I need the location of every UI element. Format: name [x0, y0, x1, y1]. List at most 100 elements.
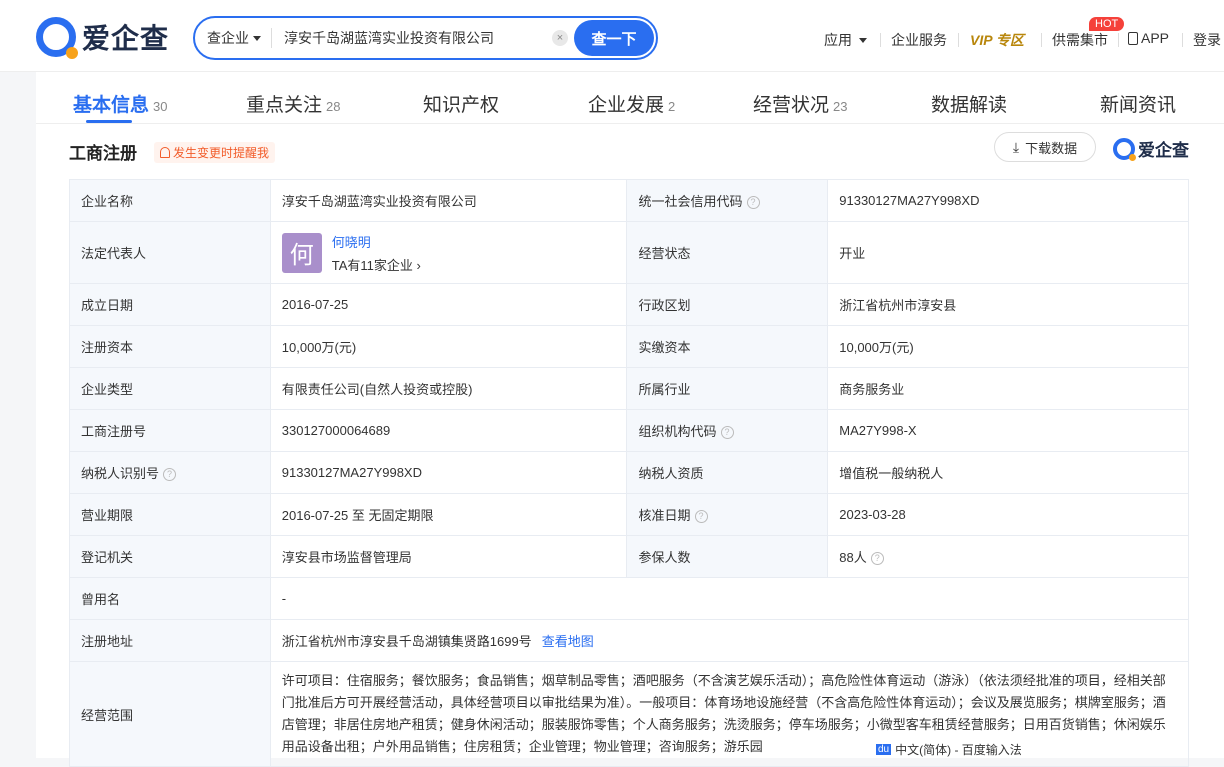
- baidu-ime-icon: du: [876, 743, 892, 755]
- nav-login[interactable]: 登录: [1193, 30, 1221, 50]
- change-remind-button[interactable]: 发生变更时提醒我: [154, 142, 276, 163]
- hot-badge: HOT: [1089, 17, 1125, 31]
- table-row: 曾用名 -: [69, 577, 1190, 620]
- search-bar: 查企业 × 查一下: [193, 16, 658, 60]
- approve-date-label-text: 核准日期: [638, 508, 691, 523]
- insured-value: 88人: [839, 550, 867, 565]
- legal-rep-cell: 何 何晓明 TA有11家企业 ›: [269, 221, 628, 284]
- company-name-value: 淳安千岛湖蓝湾实业投资有限公司: [269, 179, 628, 222]
- industry-label: 所属行业: [626, 367, 829, 410]
- reg-no-value: 330127000064689: [269, 409, 628, 452]
- address-cell: 浙江省杭州市淳安县千岛湖镇集贤路1699号 查看地图: [269, 619, 1190, 662]
- tab-count: 23: [833, 99, 848, 114]
- address-value: 浙江省杭州市淳安县千岛湖镇集贤路1699号: [281, 634, 532, 649]
- table-row: 登记机关 淳安县市场监督管理局 参保人数 88人?: [69, 535, 1189, 578]
- table-row: 企业类型 有限责任公司(自然人投资或控股) 所属行业 商务服务业: [69, 367, 1189, 410]
- nav-supply[interactable]: 供需集市: [1052, 30, 1108, 50]
- search-type-dropdown[interactable]: 查企业: [207, 28, 272, 48]
- top-header: 爱企查 查企业 × 查一下 应用 企业服务 VIP 专区 供需集市 HOT AP…: [0, 0, 1224, 72]
- download-data-button[interactable]: ⤓ 下载数据: [994, 132, 1096, 162]
- tax-id-value: 91330127MA27Y998XD: [269, 451, 628, 494]
- approve-date-value: 2023-03-28: [827, 493, 1189, 536]
- help-icon[interactable]: ?: [746, 196, 760, 210]
- tab-key-focus[interactable]: 重点关注 28: [246, 90, 340, 117]
- legal-rep-companies-link[interactable]: TA有11家企业 ›: [332, 255, 421, 274]
- tab-bar: 基本信息 30 重点关注 28 知识产权 企业发展 2 经营状况 23 数据解读 新闻资…: [36, 72, 1224, 124]
- insured-label: 参保人数: [626, 535, 829, 578]
- ime-status-bar[interactable]: du 中文(简体) - 百度输入法: [872, 740, 1026, 758]
- nav-divider: [1118, 33, 1119, 47]
- found-date-label: 成立日期: [69, 283, 271, 326]
- status-label: 经营状态: [626, 221, 829, 284]
- search-type-label: 查企业: [207, 30, 249, 46]
- view-map-link[interactable]: 查看地图: [542, 634, 594, 649]
- search-button[interactable]: 查一下: [574, 20, 654, 56]
- company-name-label: 企业名称: [69, 179, 271, 222]
- tab-operations[interactable]: 经营状况 23: [753, 90, 847, 117]
- tab-label: 经营状况: [753, 95, 830, 116]
- nav-divider: [1182, 33, 1183, 47]
- nav-app-download[interactable]: APP: [1128, 30, 1169, 46]
- tab-ip[interactable]: 知识产权: [423, 90, 499, 117]
- tab-label: 知识产权: [423, 95, 500, 116]
- scope-value: 许可项目：住宿服务；餐饮服务；食品销售；烟草制品零售；酒吧服务（不含演艺娱乐活动…: [269, 661, 1190, 767]
- status-value: 开业: [827, 221, 1189, 284]
- nav-app-label: 应用: [824, 32, 852, 48]
- help-icon[interactable]: ?: [870, 552, 884, 566]
- tax-qual-value: 增值税一般纳税人: [827, 451, 1189, 494]
- tab-development[interactable]: 企业发展 2: [588, 90, 675, 117]
- clear-icon[interactable]: ×: [552, 30, 568, 46]
- tax-qual-label: 纳税人资质: [626, 451, 829, 494]
- tax-id-label-text: 纳税人识别号: [81, 466, 160, 481]
- tab-data-insight[interactable]: 数据解读: [931, 90, 1007, 117]
- main-panel: 基本信息 30 重点关注 28 知识产权 企业发展 2 经营状况 23 数据解读 新闻资…: [36, 72, 1224, 767]
- chevron-right-icon: ›: [416, 257, 421, 273]
- chevron-down-icon: [253, 35, 261, 41]
- paid-capital-value: 10,000万(元): [827, 325, 1189, 368]
- table-row: 成立日期 2016-07-25 行政区划 浙江省杭州市淳安县: [69, 283, 1189, 326]
- legal-rep-name-link[interactable]: 何晓明: [332, 232, 421, 251]
- scope-label: 经营范围: [69, 661, 271, 767]
- nav-enterprise-service[interactable]: 企业服务: [891, 30, 947, 50]
- tab-count: 2: [668, 99, 676, 114]
- nav-app[interactable]: 应用: [824, 30, 867, 50]
- tab-label: 重点关注: [246, 95, 323, 116]
- tab-label: 企业发展: [588, 95, 665, 116]
- logo-q-icon: [36, 17, 78, 59]
- period-label: 营业期限: [69, 493, 271, 536]
- tab-news[interactable]: 新闻资讯: [1100, 90, 1176, 117]
- type-label: 企业类型: [69, 367, 271, 410]
- logo-text: 爱企查: [82, 23, 170, 54]
- org-code-label: 组织机构代码?: [626, 409, 829, 452]
- nav-login-label: 登录: [1193, 32, 1221, 48]
- site-logo[interactable]: 爱企查: [36, 16, 170, 59]
- help-icon[interactable]: ?: [694, 510, 708, 524]
- reg-capital-label: 注册资本: [69, 325, 271, 368]
- table-row: 企业名称 淳安千岛湖蓝湾实业投资有限公司 统一社会信用代码? 91330127M…: [69, 179, 1189, 222]
- industry-value: 商务服务业: [827, 367, 1189, 410]
- phone-icon: [1128, 31, 1138, 45]
- table-row: 纳税人识别号? 91330127MA27Y998XD 纳税人资质 增值税一般纳税…: [69, 451, 1189, 494]
- insured-cell: 88人?: [827, 535, 1189, 578]
- brand-text: 爱企查: [1138, 141, 1189, 160]
- region-label: 行政区划: [626, 283, 829, 326]
- tab-basic-info[interactable]: 基本信息 30: [73, 90, 167, 117]
- nav-divider: [1041, 33, 1042, 47]
- download-icon: ⤓: [1012, 138, 1020, 155]
- legal-rep-companies-text: TA有11家企业: [331, 257, 413, 273]
- avatar[interactable]: 何: [281, 232, 322, 273]
- logo-q-icon: [1113, 137, 1136, 161]
- section-title: 工商注册: [69, 144, 137, 163]
- nav-divider: [958, 33, 959, 47]
- nav-app-download-label: APP: [1141, 30, 1170, 46]
- nav-vip[interactable]: VIP 专区: [970, 30, 1024, 50]
- region-value: 浙江省杭州市淳安县: [827, 283, 1189, 326]
- table-row: 工商注册号 330127000064689 组织机构代码? MA27Y998-X: [69, 409, 1189, 452]
- authority-label: 登记机关: [69, 535, 271, 578]
- search-input[interactable]: [284, 30, 544, 46]
- help-icon[interactable]: ?: [163, 468, 177, 482]
- active-tab-underline: [86, 120, 132, 123]
- download-data-label: 下载数据: [1025, 140, 1078, 156]
- bell-icon: [160, 147, 170, 158]
- help-icon[interactable]: ?: [720, 426, 734, 440]
